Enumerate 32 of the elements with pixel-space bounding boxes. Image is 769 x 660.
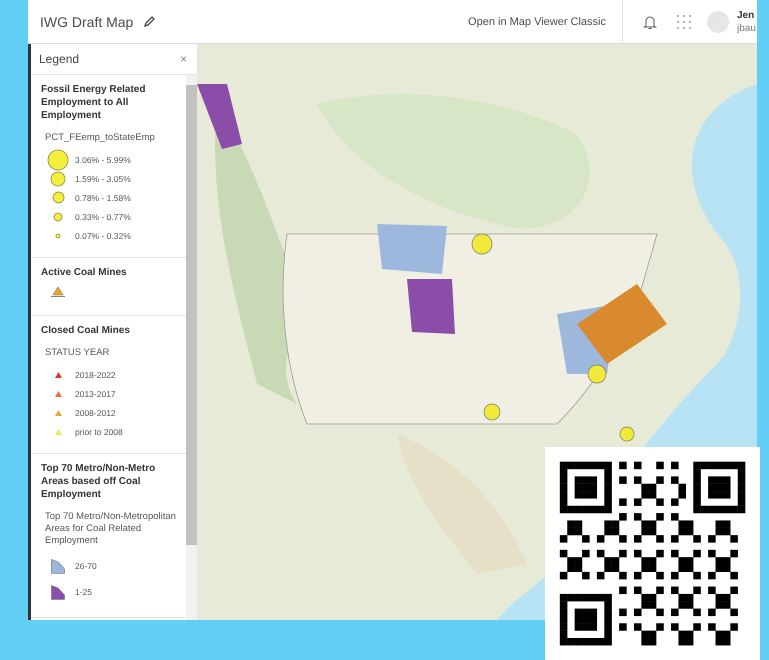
- legend-item-label: 2008-2012: [75, 408, 116, 418]
- section-title: Active Coal Mines: [41, 266, 128, 279]
- close-button[interactable]: ×: [180, 52, 187, 66]
- legend-title: Legend: [39, 52, 80, 66]
- legend-item-label: 2018-2022: [75, 370, 116, 380]
- legend-item-label: 1.59% - 3.05%: [75, 174, 131, 184]
- section-title: Top 70 Metro/Non-Metro Areas based off Coal Employment: [41, 462, 156, 501]
- legend-item-label: 0.07% - 0.32%: [75, 230, 131, 240]
- circle-symbol-icon: [52, 191, 64, 204]
- section-title: Fossil Energy Related Employment to All Employment: [41, 83, 146, 122]
- legend-item-label: 0.78% - 1.58%: [75, 192, 131, 202]
- legend-item-label: prior to 2008: [75, 426, 123, 436]
- circle-symbol-icon: [55, 232, 61, 238]
- circle-symbol-icon: [53, 212, 63, 222]
- circle-symbol-icon: [47, 148, 69, 170]
- circle-symbol-icon: [50, 170, 66, 186]
- field-label: PCT_FEemp_toStateEmp: [45, 132, 156, 144]
- user-name: Jen: [737, 8, 756, 22]
- legend-item-label: 0.33% - 0.77%: [75, 212, 131, 222]
- legend-item-label: 3.06% - 5.99%: [75, 154, 131, 164]
- pencil-icon[interactable]: [143, 15, 156, 28]
- legend-item-label: 2013-2017: [75, 388, 116, 398]
- legend-item-label: 26-70: [75, 561, 97, 571]
- legend-item-label: 1-25: [75, 587, 92, 597]
- bell-icon[interactable]: [643, 14, 657, 30]
- user-id: jbau: [737, 22, 757, 34]
- field-label: Top 70 Metro/Non-Metropolitan Areas for Coal Related Employment: [45, 511, 177, 547]
- field-label: STATUS YEAR: [45, 347, 110, 359]
- scrollbar[interactable]: [186, 75, 197, 620]
- apps-grid-icon[interactable]: [677, 14, 691, 28]
- map-title: IWG Draft Map: [40, 14, 134, 30]
- section-title: Closed Coal Mines: [41, 324, 131, 337]
